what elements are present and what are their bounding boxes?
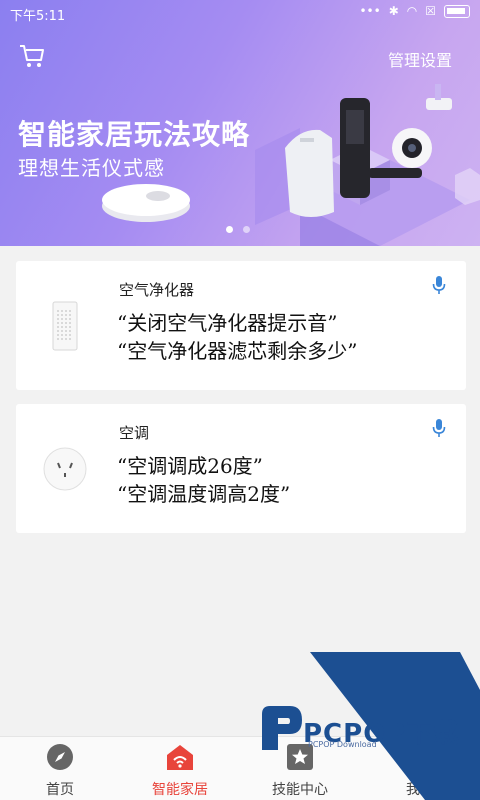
carousel-indicator xyxy=(226,226,250,233)
carousel-dot-1[interactable] xyxy=(226,226,233,233)
device-card-air-conditioner[interactable]: 空调 “空调调成26度” “空调温度调高2度” xyxy=(16,404,466,533)
status-time: 下午5:11 xyxy=(10,9,66,24)
smart-home-icon xyxy=(167,745,193,770)
sim-icon: ☒ xyxy=(425,4,436,18)
device-card-air-purifier[interactable]: 空气净化器 “关闭空气净化器提示音” “空气净化器滤芯剩余多少” xyxy=(16,261,466,390)
voice-command-1: “关闭空气净化器提示音” xyxy=(117,311,338,335)
banner-subtitle: 理想生活仪式感 xyxy=(18,156,165,180)
mic-icon[interactable] xyxy=(432,418,446,438)
signal-dots-icon: ••• xyxy=(359,4,381,18)
mic-icon[interactable] xyxy=(432,275,446,295)
device-name: 空气净化器 xyxy=(119,281,195,299)
nav-item-smart-home[interactable]: 智能家居 xyxy=(120,737,240,800)
banner-title: 智能家居玩法攻略 xyxy=(18,118,251,151)
compass-icon xyxy=(47,744,73,770)
voice-command-2: “空调温度调高2度” xyxy=(117,482,291,506)
voice-command-1: “空调调成26度” xyxy=(117,454,263,478)
status-bar: 下午5:11 ••• ✱ ◠ ☒ xyxy=(0,0,480,28)
carousel-dot-2[interactable] xyxy=(243,226,250,233)
manage-settings-link[interactable]: 管理设置 xyxy=(388,47,452,71)
nav-item-home[interactable]: 首页 xyxy=(0,737,120,800)
promo-banner[interactable]: 下午5:11 ••• ✱ ◠ ☒ 管理设置 智能家居玩法攻略 理想生活仪式感 xyxy=(0,0,480,246)
voice-command-2: “空气净化器滤芯剩余多少” xyxy=(117,339,358,363)
nav-label: 首页 xyxy=(46,782,74,798)
watermark-subtext: PCPOP Download xyxy=(308,740,377,749)
bluetooth-icon: ✱ xyxy=(388,4,399,18)
wifi-icon: ◠ xyxy=(406,4,418,18)
status-icons: ••• ✱ ◠ ☒ xyxy=(359,4,470,18)
air-purifier-icon xyxy=(52,301,78,351)
ac-plug-icon xyxy=(43,447,87,491)
nav-label: 智能家居 xyxy=(152,782,208,798)
device-name: 空调 xyxy=(119,424,150,442)
battery-icon xyxy=(444,4,470,18)
cart-icon[interactable] xyxy=(18,42,46,70)
